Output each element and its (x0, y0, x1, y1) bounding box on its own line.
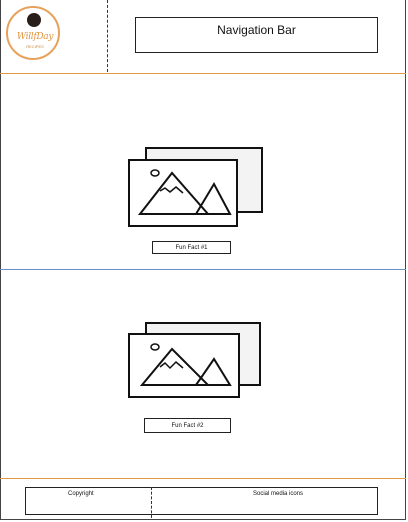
image-placeholder-icon (139, 343, 232, 386)
section-separator (0, 269, 406, 270)
navigation-bar-label: Navigation Bar (217, 23, 296, 37)
image-placeholder-1 (128, 159, 238, 227)
logo-text: WillfDay (16, 32, 54, 42)
fun-fact-caption-1: Fun Fact #1 (152, 241, 231, 254)
page-frame (0, 0, 406, 520)
fun-fact-caption-2: Fun Fact #2 (144, 418, 231, 433)
image-placeholder-2 (128, 333, 240, 398)
site-logo[interactable]: WillfDay RECIPES (6, 6, 60, 60)
social-media-icons-label[interactable]: Social media icons (253, 491, 303, 497)
logo-subtext: RECIPES (26, 44, 44, 49)
logo-avatar (27, 13, 41, 27)
header-separator (0, 73, 406, 74)
footer-separator (0, 478, 406, 479)
header-divider (107, 0, 108, 72)
navigation-bar[interactable]: Navigation Bar (135, 17, 378, 53)
footer-divider (151, 487, 152, 518)
copyright-label: Copyright (68, 491, 94, 497)
image-placeholder-icon (137, 169, 232, 215)
